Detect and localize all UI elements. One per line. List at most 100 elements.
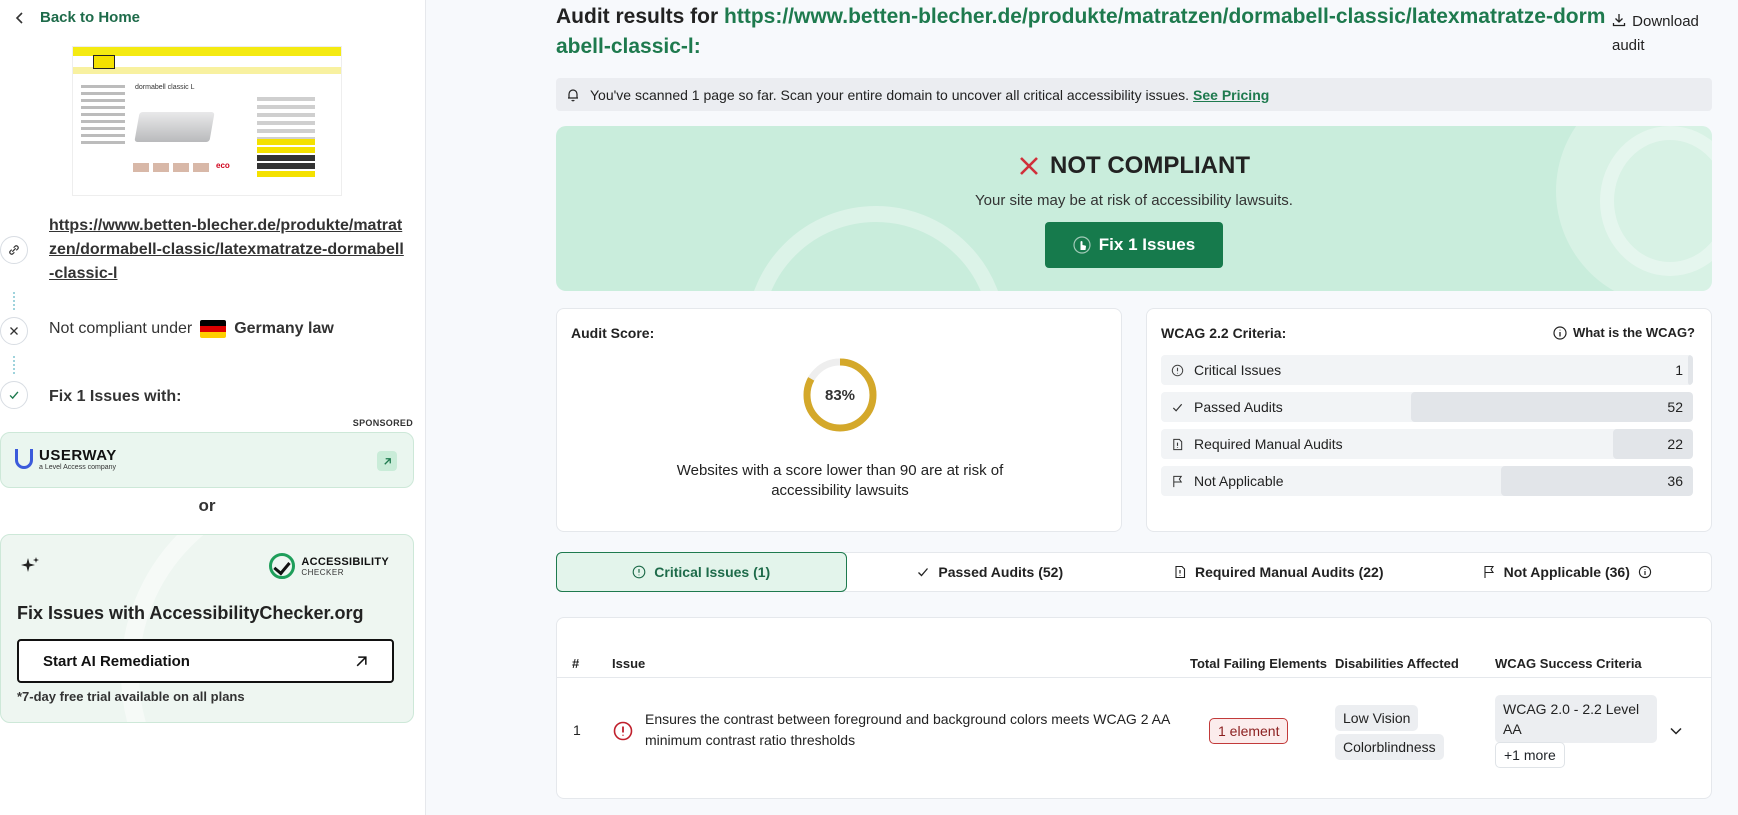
tab-passed-audits[interactable]: Passed Audits (52)	[846, 553, 1135, 591]
alert-circle-icon	[613, 721, 633, 741]
col-header-num: #	[572, 656, 580, 671]
failing-elements-badge: 1 element	[1209, 718, 1289, 744]
chevron-down-icon[interactable]	[1669, 724, 1683, 738]
notice-text: You've scanned 1 page so far. Scan your …	[590, 86, 1190, 103]
more-criteria-button[interactable]: +1 more	[1495, 742, 1565, 768]
page-title: Audit results for https://www.betten-ble…	[556, 2, 1606, 62]
tab-label: Passed Audits (52)	[938, 564, 1064, 580]
see-pricing-link[interactable]: See Pricing	[1193, 87, 1269, 103]
sparkle-icon	[21, 557, 39, 572]
ac-logo-name: ACCESSIBILITY	[301, 555, 389, 568]
compliance-law: Germany law	[234, 320, 334, 337]
link-icon	[0, 236, 28, 264]
row-number: 1	[573, 722, 581, 738]
audited-url-link[interactable]: https://www.betten-blecher.de/produkte/m…	[49, 214, 409, 286]
criteria-row-critical[interactable]: Critical Issues 1	[1161, 355, 1693, 385]
or-divider: or	[198, 496, 216, 515]
wcag-criteria-card: WCAG 2.2 Criteria: What is the WCAG? Cri…	[1146, 308, 1712, 532]
criteria-value: 22	[1667, 436, 1683, 452]
tab-not-applicable[interactable]: Not Applicable (36)	[1423, 553, 1712, 591]
info-icon	[1553, 325, 1567, 340]
hand-pointer-icon	[1073, 236, 1091, 254]
compliance-prefix: Not compliant under	[49, 320, 193, 337]
alert-circle-icon	[1171, 364, 1184, 376]
issue-description: Ensures the contrast between foreground …	[645, 711, 1170, 748]
step-connector	[13, 292, 15, 310]
sponsored-label: SPONSORED	[352, 418, 413, 428]
tab-label: Not Applicable (36)	[1503, 564, 1630, 580]
tab-required-manual-audits[interactable]: Required Manual Audits (22)	[1134, 553, 1423, 591]
what-is-wcag-link[interactable]: What is the WCAG?	[1553, 325, 1695, 340]
col-header-disabilities: Disabilities Affected	[1335, 656, 1459, 671]
compliance-status: Not compliant under Germany law	[49, 320, 334, 338]
criteria-label: Not Applicable	[1194, 473, 1284, 489]
eco-badge: eco	[216, 161, 230, 170]
criteria-row-manual[interactable]: Required Manual Audits 22	[1161, 429, 1693, 459]
flag-icon	[1484, 565, 1494, 578]
col-header-criteria: WCAG Success Criteria	[1495, 656, 1642, 671]
thumb-product-title: dormabell classic L	[135, 84, 195, 91]
ai-button-label: Start AI Remediation	[43, 652, 190, 670]
back-label: Back to Home	[40, 9, 141, 26]
ac-heading: Fix Issues with AccessibilityChecker.org	[17, 603, 364, 623]
download-audit-button[interactable]: Download audit	[1612, 10, 1712, 58]
criteria-value: 36	[1667, 473, 1683, 489]
page-screenshot-thumbnail: dormabell classic L eco	[72, 46, 342, 196]
trial-note: *7-day free trial available on all plans	[17, 689, 245, 704]
banner-subtitle: Your site may be at risk of accessibilit…	[975, 192, 1293, 209]
col-header-issue: Issue	[612, 656, 646, 671]
criteria-fill	[1501, 466, 1693, 496]
fix-with-heading: Fix 1 Issues with:	[49, 388, 182, 405]
score-value: 83%	[824, 386, 856, 404]
mattress-image	[134, 112, 215, 142]
ac-logo-sub: CHECKER	[301, 567, 344, 577]
criteria-value: 52	[1667, 399, 1683, 415]
criteria-label: Passed Audits	[1194, 399, 1283, 415]
userway-logo: USERWAY a Level Access company	[15, 447, 117, 471]
back-to-home-link[interactable]: Back to Home	[14, 9, 140, 26]
fix-issues-button[interactable]: Fix 1 Issues	[1045, 222, 1223, 268]
arrow-up-right-icon	[356, 655, 367, 666]
scan-notice: You've scanned 1 page so far. Scan your …	[556, 78, 1712, 111]
download-icon	[1612, 14, 1626, 27]
bell-icon	[568, 88, 578, 101]
document-alert-icon	[1173, 438, 1183, 450]
external-arrow-icon[interactable]	[377, 451, 397, 471]
tab-label: Required Manual Audits (22)	[1194, 564, 1384, 580]
disability-tag: Low Vision	[1335, 705, 1419, 731]
userway-name: USERWAY	[39, 447, 117, 464]
status-text: NOT COMPLIANT	[1050, 152, 1250, 179]
accessibility-checker-logo: ACCESSIBILITY CHECKER	[269, 553, 389, 579]
userway-card[interactable]: USERWAY a Level Access company	[0, 432, 414, 488]
criteria-fill	[1687, 355, 1693, 385]
tab-label: Critical Issues (1)	[654, 564, 771, 580]
audit-score-card: Audit Score: 83% Websites with a score l…	[556, 308, 1122, 532]
start-ai-remediation-button[interactable]: Start AI Remediation	[17, 639, 394, 683]
germany-flag-icon	[200, 320, 227, 338]
alert-circle-icon	[632, 565, 646, 579]
issues-table: # Issue Total Failing Elements Disabilit…	[556, 617, 1712, 799]
results-tabs: Critical Issues (1) Passed Audits (52) R…	[556, 552, 1712, 592]
site-logo-thumb	[93, 55, 115, 69]
info-icon[interactable]	[1638, 565, 1652, 579]
score-note: Websites with a score lower than 90 are …	[676, 462, 1004, 499]
criteria-row-passed[interactable]: Passed Audits 52	[1161, 392, 1693, 422]
criteria-value: 1	[1675, 362, 1683, 378]
wcag-title: WCAG 2.2 Criteria:	[1161, 325, 1287, 341]
step-connector	[13, 356, 15, 374]
x-mark-icon	[1020, 157, 1038, 175]
fix-button-label: Fix 1 Issues	[1098, 235, 1196, 254]
userway-sub: a Level Access company	[39, 464, 117, 471]
flag-icon	[1173, 475, 1183, 487]
tab-critical-issues[interactable]: Critical Issues (1)	[556, 552, 847, 592]
document-alert-icon	[1175, 565, 1186, 579]
audit-score-title: Audit Score:	[571, 325, 655, 341]
disability-tag: Colorblindness	[1335, 734, 1444, 760]
criteria-label: Required Manual Audits	[1194, 436, 1343, 452]
title-prefix: Audit results for	[556, 5, 719, 28]
criteria-fill	[1411, 392, 1693, 422]
accessibility-checker-card: ACCESSIBILITY CHECKER Fix Issues with Ac…	[0, 534, 414, 723]
compliance-status-heading: NOT COMPLIANT	[556, 152, 1712, 180]
checker-logo-icon	[269, 553, 296, 579]
criteria-row-not-applicable[interactable]: Not Applicable 36	[1161, 466, 1693, 496]
